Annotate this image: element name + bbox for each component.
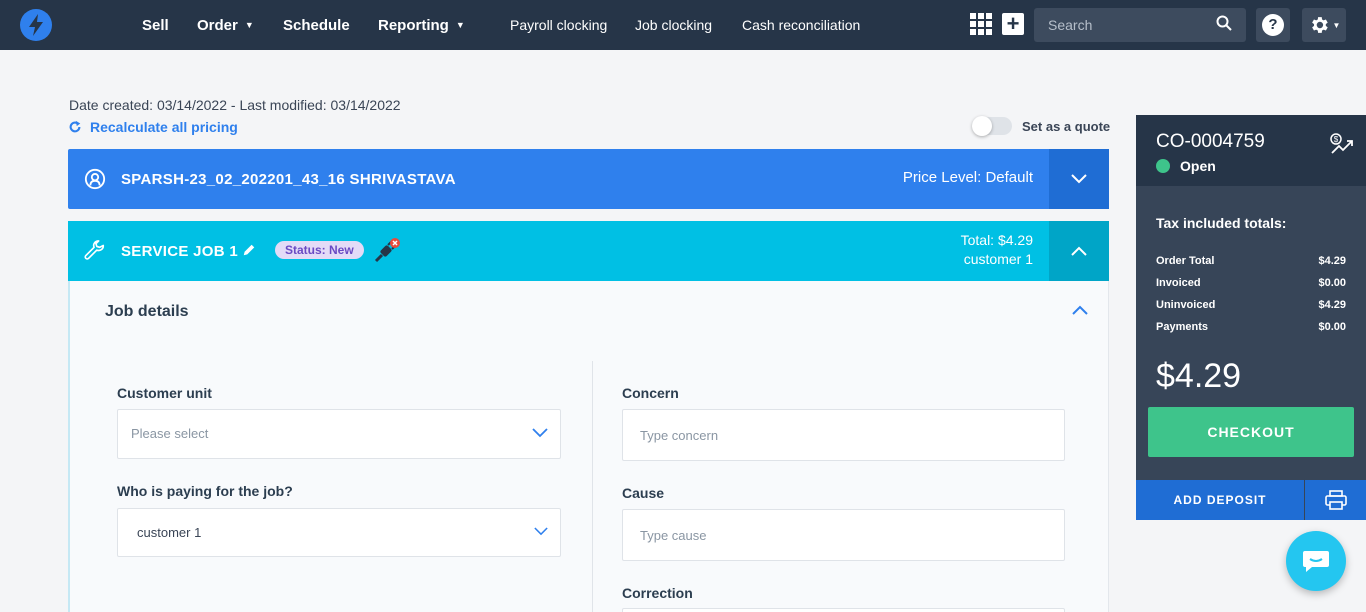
concern-input[interactable]: Type concern (622, 409, 1065, 461)
customer-icon (84, 168, 106, 190)
column-divider (592, 361, 593, 612)
nav-schedule[interactable]: Schedule (283, 0, 350, 50)
quote-toggle-group: Set as a quote (972, 116, 1111, 136)
correction-label: Correction (622, 585, 693, 601)
chat-icon (1303, 551, 1329, 572)
apps-grid-icon[interactable] (970, 13, 992, 35)
cause-input[interactable]: Type cause (622, 509, 1065, 561)
settings-button[interactable]: ▼ (1302, 8, 1346, 42)
customer-bar: SPARSH-23_02_202201_43_16 SHRIVASTAVA Pr… (68, 149, 1109, 209)
job-payer: customer 1 (963, 251, 1033, 267)
quote-label: Set as a quote (1022, 118, 1111, 134)
order-status: Open (1156, 158, 1216, 174)
caret-down-icon: ▼ (1332, 20, 1341, 30)
nav-sell[interactable]: Sell (142, 0, 169, 50)
chat-launcher-button[interactable] (1286, 531, 1346, 591)
profit-trend-icon[interactable]: $ (1330, 133, 1354, 155)
job-details-heading: Job details (105, 303, 189, 320)
search-box (1034, 8, 1246, 42)
recalculate-label: Recalculate all pricing (90, 119, 238, 135)
summary-header: CO-0004759 Open $ (1136, 115, 1366, 186)
printer-icon (1324, 490, 1347, 510)
totals-row: Order Total $4.29 (1156, 255, 1346, 267)
totals-row: Uninvoiced $4.29 (1156, 299, 1346, 311)
add-new-icon[interactable]: + (1002, 13, 1024, 35)
cause-label: Cause (622, 485, 665, 501)
disconnected-plug-icon[interactable] (372, 237, 402, 265)
customer-unit-label: Customer unit (117, 385, 212, 401)
chevron-up-icon[interactable] (1072, 305, 1088, 315)
concern-placeholder: Type concern (640, 428, 719, 443)
pencil-icon[interactable] (242, 243, 256, 257)
help-button[interactable]: ? (1256, 8, 1290, 42)
refresh-icon (69, 120, 81, 133)
service-job-total: Total: $4.29 customer 1 (961, 231, 1033, 269)
order-number: CO-0004759 (1156, 131, 1265, 152)
chevron-down-icon (534, 527, 548, 536)
svg-text:$: $ (1334, 135, 1339, 144)
caret-down-icon: ▼ (244, 20, 254, 30)
customer-unit-select[interactable]: Please select (117, 409, 561, 459)
help-icon: ? (1262, 14, 1284, 36)
cause-placeholder: Type cause (640, 528, 707, 543)
order-summary: CO-0004759 Open $ Tax included totals: O… (1136, 115, 1366, 520)
chevron-up-icon (1071, 246, 1087, 256)
total-amount: Total: $4.29 (960, 232, 1033, 248)
service-job-title: SERVICE JOB 1 (121, 243, 239, 260)
print-button[interactable] (1305, 480, 1366, 520)
wrench-icon (84, 240, 105, 260)
totals-row: Payments $0.00 (1156, 321, 1346, 333)
search-input[interactable] (1034, 8, 1204, 42)
nav-reporting[interactable]: Reporting ▼ (378, 0, 465, 50)
customer-unit-value: Please select (131, 426, 209, 441)
status-dot-icon (1156, 159, 1170, 173)
customer-expand-button[interactable] (1049, 149, 1109, 209)
add-deposit-button[interactable]: ADD DEPOSIT (1136, 480, 1304, 520)
nav-order[interactable]: Order ▼ (197, 0, 254, 50)
payer-value: customer 1 (137, 525, 202, 540)
job-details-panel: Job details Customer unit Please select … (68, 281, 1109, 612)
order-dates: Date created: 03/14/2022 - Last modified… (69, 97, 401, 113)
lightning-logo-icon[interactable] (20, 9, 52, 41)
recalculate-pricing-link[interactable]: Recalculate all pricing (68, 119, 238, 135)
totals-list: Order Total $4.29 Invoiced $0.00 Uninvoice… (1156, 255, 1346, 343)
service-job-bar: SERVICE JOB 1 Status: New Total: $4.29 c… (68, 221, 1109, 281)
price-level: Price Level: Default (902, 169, 1033, 186)
correction-input[interactable] (622, 608, 1065, 612)
checkout-button[interactable]: CHECKOUT (1148, 407, 1354, 457)
status-badge[interactable]: Status: New (275, 241, 364, 259)
service-collapse-button[interactable] (1049, 221, 1109, 281)
customer-name[interactable]: SPARSH-23_02_202201_43_16 SHRIVASTAVA (121, 171, 456, 188)
concern-label: Concern (622, 385, 679, 401)
gear-icon (1311, 17, 1328, 33)
payer-label: Who is paying for the job? (117, 483, 293, 499)
top-nav: Sell Order ▼ Schedule Reporting ▼ Payroll … (0, 0, 1366, 50)
chevron-down-icon (532, 428, 548, 438)
chevron-down-icon (1071, 174, 1087, 184)
caret-down-icon: ▼ (455, 20, 465, 30)
payer-select[interactable]: customer 1 (117, 508, 561, 557)
tax-totals-heading: Tax included totals: (1156, 215, 1287, 231)
search-icon[interactable] (1216, 15, 1232, 31)
totals-row: Invoiced $0.00 (1156, 277, 1346, 289)
nav-cash-reconciliation[interactable]: Cash reconciliation (742, 0, 860, 50)
quote-toggle[interactable] (972, 116, 1012, 136)
nav-payroll-clocking[interactable]: Payroll clocking (510, 0, 607, 50)
order-status-label: Open (1180, 158, 1216, 174)
nav-job-clocking[interactable]: Job clocking (635, 0, 712, 50)
grand-total: $4.29 (1156, 357, 1242, 395)
